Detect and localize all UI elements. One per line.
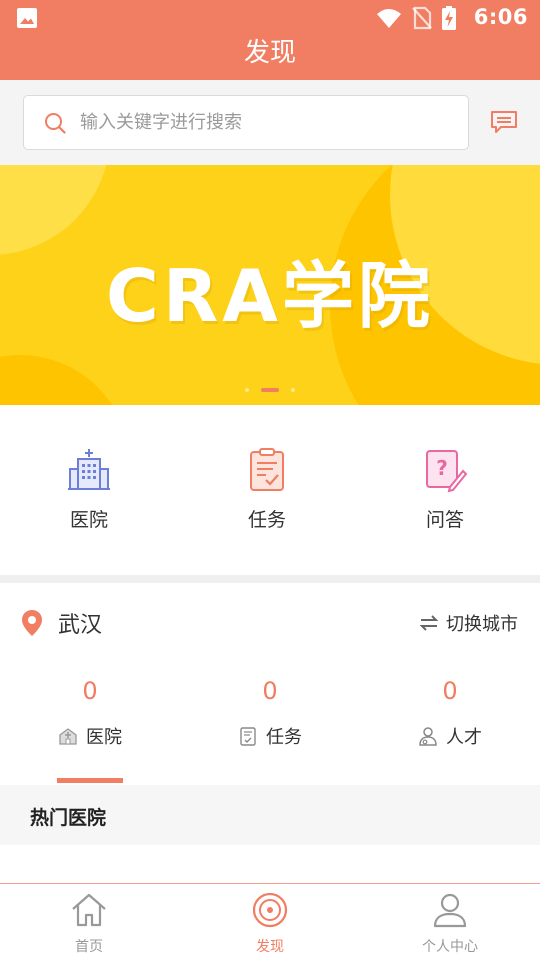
tab-home[interactable]: 首页 xyxy=(29,890,149,956)
hot-hospitals-list xyxy=(0,845,540,883)
switch-city-button[interactable]: 切换城市 xyxy=(420,610,518,636)
qa-icon: ? xyxy=(426,450,468,493)
search-box[interactable] xyxy=(23,95,469,150)
stat-count: 0 xyxy=(82,677,98,705)
image-icon xyxy=(17,8,37,28)
message-icon[interactable] xyxy=(490,110,518,134)
person-icon xyxy=(419,727,437,746)
hot-hospitals-header: 热门医院 xyxy=(0,785,540,845)
discover-icon xyxy=(252,892,288,928)
search-icon xyxy=(45,112,66,134)
location-pin-icon xyxy=(22,610,42,636)
svg-text:?: ? xyxy=(436,456,448,480)
quick-action-label: 医院 xyxy=(69,509,108,531)
carousel-dot[interactable] xyxy=(291,388,295,392)
search-input[interactable] xyxy=(80,112,440,133)
wifi-icon xyxy=(377,9,401,28)
hospital-icon xyxy=(68,449,110,490)
carousel-dot-active[interactable] xyxy=(261,388,279,392)
bottom-tabbar: 首页 发现 个人中心 xyxy=(0,883,540,960)
stat-hospital[interactable]: 0 医院 xyxy=(20,677,160,749)
stat-task[interactable]: 0 任务 xyxy=(200,677,340,749)
quick-action-hospital[interactable]: 医院 xyxy=(29,447,149,532)
current-city: 武汉 xyxy=(58,613,103,638)
stat-label: 任务 xyxy=(266,727,302,748)
page-title: 发现 xyxy=(0,36,540,80)
stat-label: 人才 xyxy=(446,727,482,748)
profile-icon xyxy=(433,893,467,928)
section-title: 热门医院 xyxy=(30,807,107,829)
status-time: 6:06 xyxy=(473,5,528,29)
quick-action-label: 问答 xyxy=(425,509,464,531)
swap-icon xyxy=(420,615,438,631)
battery-charging-icon xyxy=(442,6,456,30)
stat-label: 医院 xyxy=(86,727,122,748)
carousel-dots xyxy=(0,388,540,392)
no-sim-icon xyxy=(412,6,432,30)
location-row: 武汉 切换城市 xyxy=(0,583,540,663)
stats-row: 0 医院 0 任务 0 人才 xyxy=(0,663,540,785)
carousel-dot[interactable] xyxy=(245,388,249,392)
hospital-icon xyxy=(59,728,77,745)
switch-city-label: 切换城市 xyxy=(446,614,518,635)
tab-indicator xyxy=(57,778,123,783)
tab-discover[interactable]: 发现 xyxy=(210,890,330,956)
quick-action-label: 任务 xyxy=(247,509,286,531)
home-icon xyxy=(72,893,106,927)
tab-profile[interactable]: 个人中心 xyxy=(390,890,510,956)
tab-label: 个人中心 xyxy=(422,939,478,955)
banner-title: CRA学院 xyxy=(105,254,434,338)
task-icon xyxy=(240,727,256,746)
tab-label: 首页 xyxy=(75,939,103,955)
task-icon xyxy=(250,448,284,491)
stat-count: 0 xyxy=(262,677,278,705)
quick-action-task[interactable]: 任务 xyxy=(207,447,327,532)
tab-label: 发现 xyxy=(256,939,284,955)
search-row xyxy=(0,80,540,165)
quick-action-qa[interactable]: ? 问答 xyxy=(385,447,505,532)
banner-carousel[interactable]: CRA学院 xyxy=(0,165,540,405)
quick-actions: 医院 任务 ? 问答 xyxy=(0,405,540,575)
status-bar: 6:06 xyxy=(0,0,540,36)
section-divider xyxy=(0,575,540,583)
stat-count: 0 xyxy=(442,677,458,705)
stat-talent[interactable]: 0 人才 xyxy=(380,677,520,749)
